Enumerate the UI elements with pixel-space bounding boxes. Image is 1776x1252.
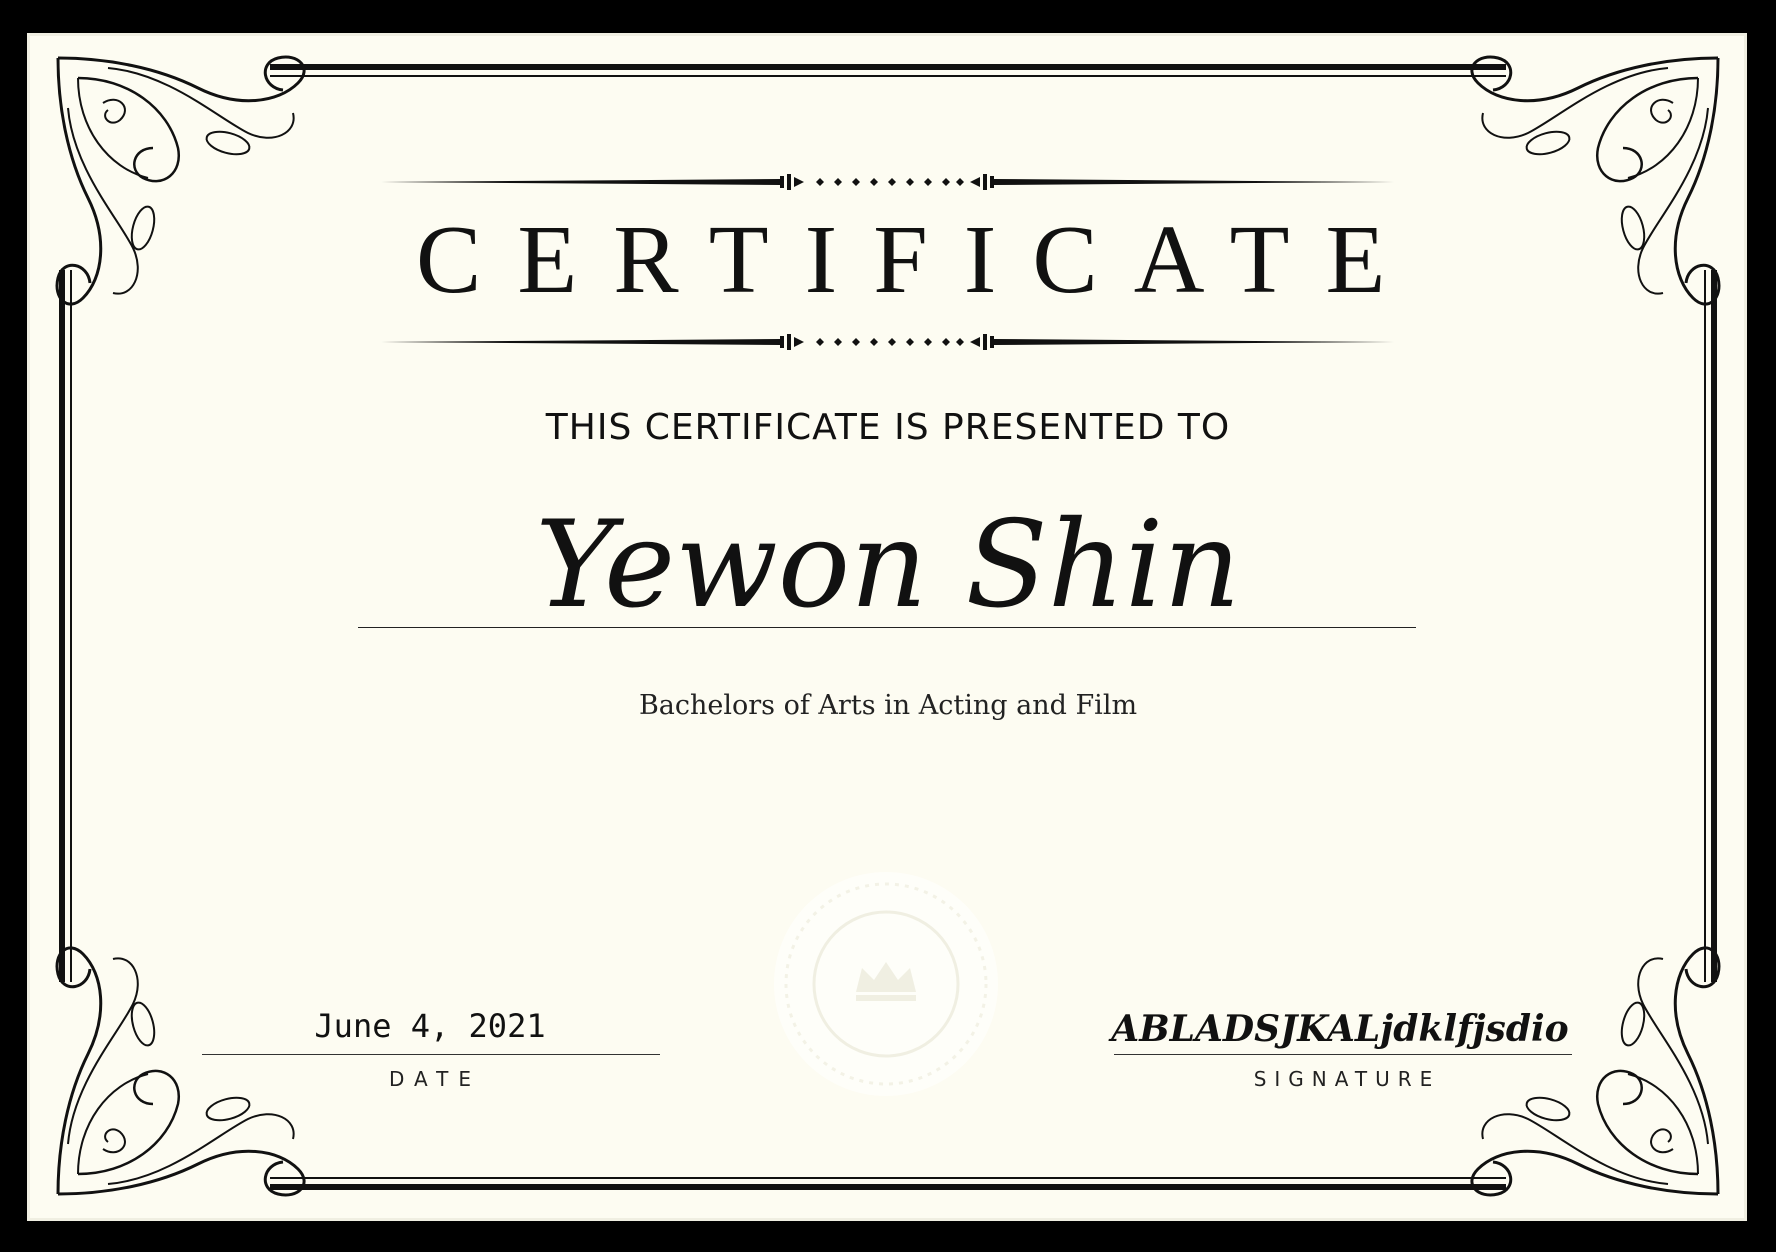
presented-to-text: THIS CERTIFICATE IS PRESENTED TO [545, 407, 1231, 448]
corner-flourish-icon-top-right [1470, 55, 1721, 306]
recipient-name-line [358, 627, 1416, 628]
corner-flourish-icon-top-left [55, 55, 306, 306]
crown-seal-icon [774, 872, 998, 1096]
signature-line [1114, 1054, 1572, 1055]
title-divider-ornament-icon-bottom [380, 334, 1394, 350]
date-line [202, 1054, 660, 1055]
signature-label: SIGNATURE [1253, 1067, 1441, 1091]
recipient-name: Yewon Shin [535, 496, 1241, 635]
degree-text: Bachelors of Arts in Acting and Film [638, 690, 1138, 721]
date-label: DATE [388, 1067, 482, 1091]
date-value: June 4, 2021 [314, 1007, 546, 1045]
title-divider-ornament-icon-top [380, 174, 1394, 190]
certificate-title: CERTIFICATE [416, 206, 1422, 314]
signature-value: ABLADSJKALjdklfjsdio [1111, 1008, 1569, 1050]
